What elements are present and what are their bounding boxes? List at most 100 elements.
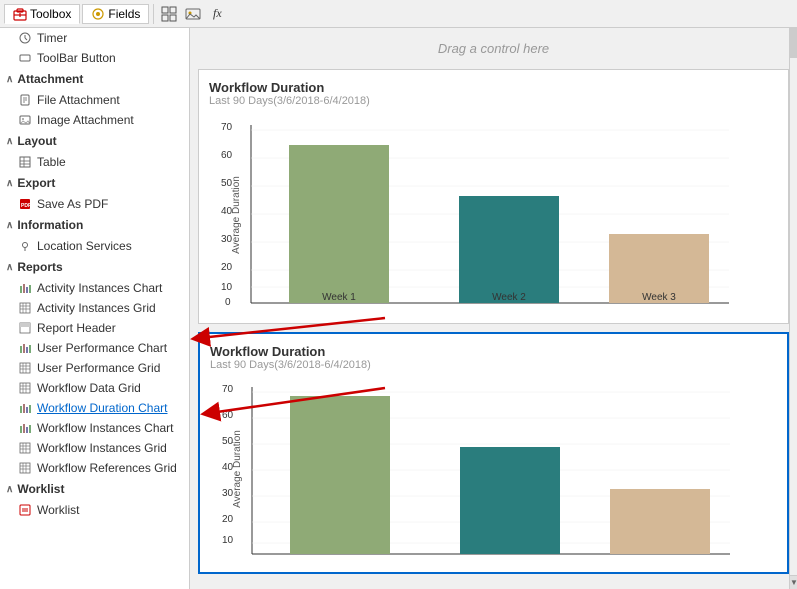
worklist-section-header[interactable]: ∧ Worklist: [0, 478, 189, 500]
toolbar-divider-1: [153, 4, 154, 24]
grid-view-button[interactable]: [158, 3, 180, 25]
sidebar-item-user-performance-grid[interactable]: User Performance Grid: [0, 358, 189, 378]
grid-icon-2: [18, 361, 32, 375]
svg-text:Week 2: Week 2: [492, 292, 526, 303]
svg-text:20: 20: [221, 262, 233, 273]
save-as-pdf-label: Save As PDF: [37, 197, 108, 211]
workflow-references-grid-label: Workflow References Grid: [37, 461, 177, 475]
svg-text:Average Duration: Average Duration: [232, 430, 243, 508]
image-view-icon: [185, 6, 201, 22]
fields-icon: [91, 7, 105, 21]
scrollbar-thumb[interactable]: [790, 28, 797, 58]
sidebar-item-toolbar-button[interactable]: ToolBar Button: [0, 48, 189, 68]
sidebar-item-activity-instances-grid[interactable]: Activity Instances Grid: [0, 298, 189, 318]
pdf-icon: PDF: [18, 197, 32, 211]
activity-instances-grid-label: Activity Instances Grid: [37, 301, 156, 315]
file-icon: [18, 93, 32, 107]
fx-icon: fx: [213, 6, 222, 21]
image-attach-icon: [18, 113, 32, 127]
layout-section-header[interactable]: ∧ Layout: [0, 130, 189, 152]
chart-1-subtitle: Last 90 Days(3/6/2018-6/4/2018): [209, 95, 778, 107]
svg-text:60: 60: [221, 150, 233, 161]
worklist-chevron: ∧: [6, 484, 13, 495]
fields-tab[interactable]: Fields: [82, 4, 149, 24]
layout-chevron: ∧: [6, 136, 13, 147]
grid-icon-3: [18, 381, 32, 395]
bar-chart-icon-4: [18, 421, 32, 435]
toolbar-btn-icon: [18, 51, 32, 65]
grid-icon-1: [18, 301, 32, 315]
fx-button[interactable]: fx: [206, 3, 228, 25]
toolbox-icon: [13, 7, 27, 21]
information-section-label: Information: [17, 218, 83, 232]
toolbox-tab[interactable]: Toolbox: [4, 4, 80, 24]
sidebar-item-activity-instances-chart[interactable]: Activity Instances Chart: [0, 278, 189, 298]
svg-text:70: 70: [222, 384, 234, 395]
chart-1-svg: 70 60 50 40 30 20 10 0 Average Duration: [209, 115, 739, 310]
chart-1[interactable]: Workflow Duration Last 90 Days(3/6/2018-…: [198, 69, 789, 324]
sidebar-item-workflow-instances-chart[interactable]: Workflow Instances Chart: [0, 418, 189, 438]
clock-icon: [18, 31, 32, 45]
table-icon: [18, 155, 32, 169]
grid-view-icon: [161, 6, 177, 22]
chart-2-svg: 70 60 50 40 30 20 10 Average Duration: [210, 379, 740, 559]
top-toolbar: Toolbox Fields: [0, 0, 797, 28]
grid-icon-4: [18, 441, 32, 455]
sidebar-item-workflow-instances-grid[interactable]: Workflow Instances Grid: [0, 438, 189, 458]
file-attachment-label: File Attachment: [37, 93, 120, 107]
sidebar-item-workflow-data-grid[interactable]: Workflow Data Grid: [0, 378, 189, 398]
chart-2-subtitle: Last 90 Days(3/6/2018-6/4/2018): [210, 359, 777, 371]
sidebar-item-table[interactable]: Table: [0, 152, 189, 172]
drop-zone: Drag a control here: [194, 32, 793, 65]
image-view-button[interactable]: [182, 3, 204, 25]
bar-chart-icon-2: [18, 341, 32, 355]
svg-text:Week 1: Week 1: [322, 292, 356, 303]
workflow-data-grid-label: Workflow Data Grid: [37, 381, 141, 395]
scroll-down-arrow[interactable]: ▼: [790, 575, 797, 589]
location-icon: [18, 239, 32, 253]
sidebar: Timer ToolBar Button ∧ Attachment: [0, 28, 190, 589]
image-attachment-label: Image Attachment: [37, 113, 134, 127]
chart-2[interactable]: Workflow Duration Last 90 Days(3/6/2018-…: [198, 332, 789, 574]
content-area: Drag a control here Workflow Duration La…: [190, 28, 797, 589]
sidebar-item-image-attachment[interactable]: Image Attachment: [0, 110, 189, 130]
chart-2-title: Workflow Duration: [210, 344, 777, 359]
toolbox-tab-label: Toolbox: [30, 7, 71, 21]
svg-text:70: 70: [221, 122, 233, 133]
sidebar-item-worklist[interactable]: Worklist: [0, 500, 189, 520]
sidebar-scroll[interactable]: Timer ToolBar Button ∧ Attachment: [0, 28, 189, 589]
table-label: Table: [37, 155, 66, 169]
sidebar-item-location-services[interactable]: Location Services: [0, 236, 189, 256]
export-section-label: Export: [17, 176, 55, 190]
content-scroll[interactable]: Drag a control here Workflow Duration La…: [190, 28, 797, 589]
activity-instances-chart-label: Activity Instances Chart: [37, 281, 162, 295]
reports-chevron: ∧: [6, 262, 13, 273]
export-section-header[interactable]: ∧ Export: [0, 172, 189, 194]
sidebar-item-save-as-pdf[interactable]: PDF Save As PDF: [0, 194, 189, 214]
chart-1-title: Workflow Duration: [209, 80, 778, 95]
attachment-section-header[interactable]: ∧ Attachment: [0, 68, 189, 90]
reports-section-header[interactable]: ∧ Reports: [0, 256, 189, 278]
attachment-chevron: ∧: [6, 74, 13, 85]
sidebar-item-workflow-duration-chart[interactable]: Workflow Duration Chart: [0, 398, 189, 418]
timer-label: Timer: [37, 31, 67, 45]
user-performance-chart-label: User Performance Chart: [37, 341, 167, 355]
information-section-header[interactable]: ∧ Information: [0, 214, 189, 236]
sidebar-item-file-attachment[interactable]: File Attachment: [0, 90, 189, 110]
sidebar-item-timer[interactable]: Timer: [0, 28, 189, 48]
attachment-section-label: Attachment: [17, 72, 83, 86]
user-performance-grid-label: User Performance Grid: [37, 361, 160, 375]
sidebar-item-workflow-references-grid[interactable]: Workflow References Grid: [0, 458, 189, 478]
worklist-icon: [18, 503, 32, 517]
bar-chart-icon-1: [18, 281, 32, 295]
fields-tab-label: Fields: [108, 7, 140, 21]
svg-text:10: 10: [222, 535, 234, 546]
workflow-instances-chart-label: Workflow Instances Chart: [37, 421, 174, 435]
main-area: Timer ToolBar Button ∧ Attachment: [0, 28, 797, 589]
right-scrollbar[interactable]: ▼: [789, 28, 797, 589]
svg-text:0: 0: [225, 297, 231, 308]
sidebar-item-user-performance-chart[interactable]: User Performance Chart: [0, 338, 189, 358]
worklist-label: Worklist: [37, 503, 79, 517]
sidebar-item-report-header[interactable]: Report Header: [0, 318, 189, 338]
svg-text:20: 20: [222, 514, 234, 525]
